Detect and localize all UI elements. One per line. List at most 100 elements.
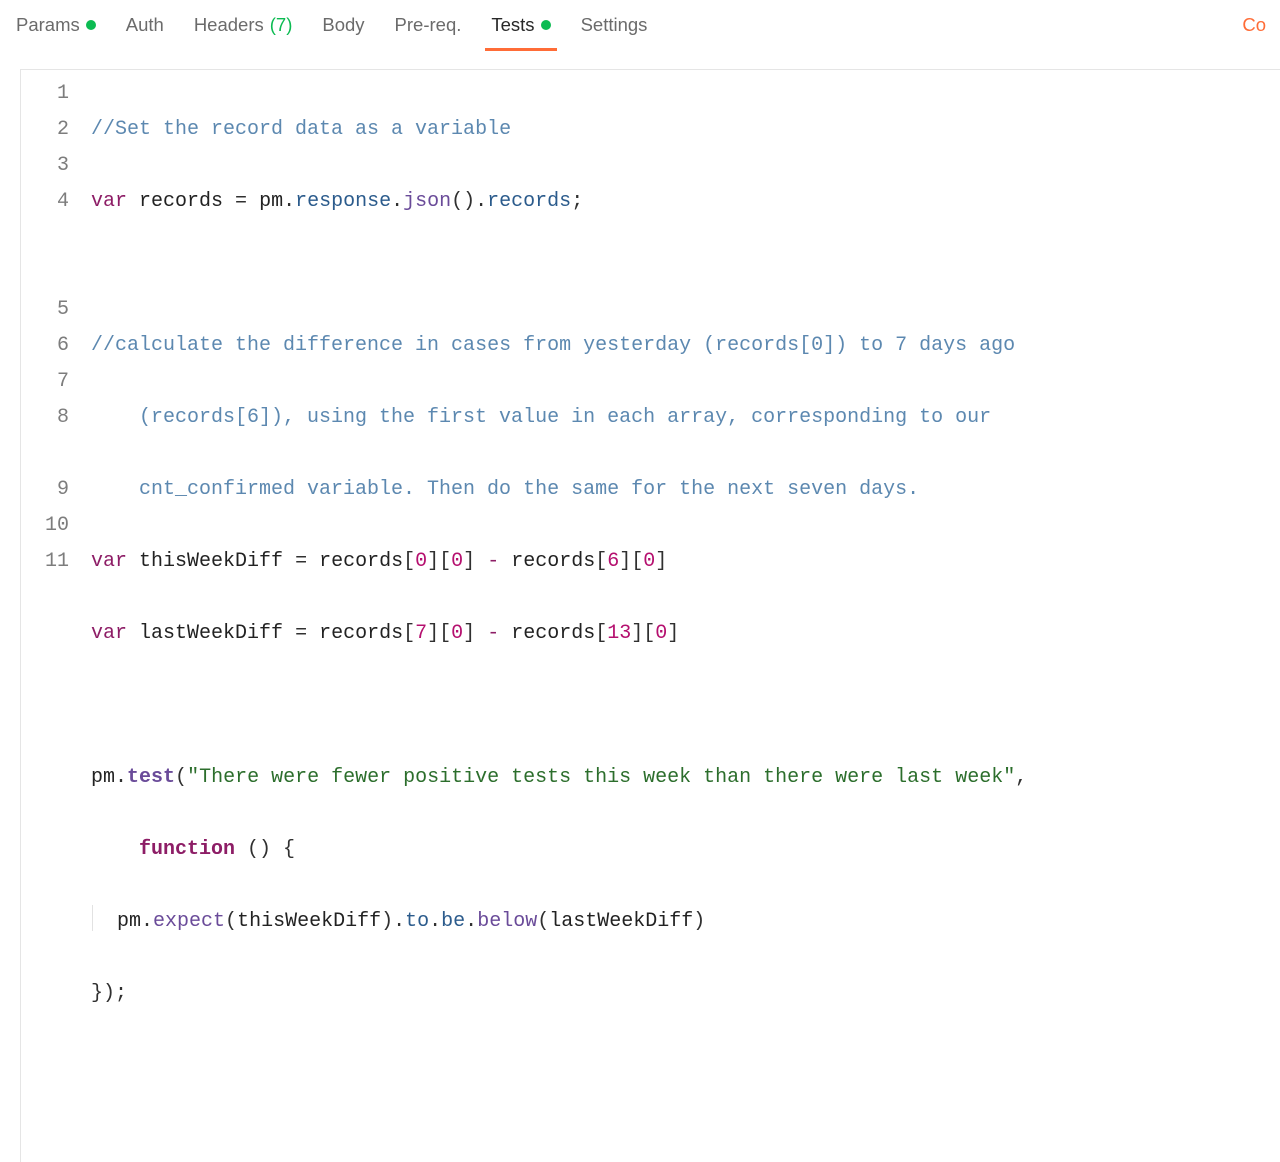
line-number: 2 [21,112,77,148]
token-num: 0 [643,550,655,573]
line-number: 4 [21,184,77,220]
token-ident: pm [117,910,141,933]
tab-label: Body [322,14,364,36]
tab-label: Settings [581,14,648,36]
cookies-link[interactable]: Co [1242,8,1266,50]
token-punc: () [235,838,283,861]
code-line: //Set the record data as a variable [91,112,1039,148]
token-punc: ( [175,766,187,789]
tab-label: Tests [491,14,534,36]
line-number [21,256,77,292]
token-ident: records [139,190,223,213]
token-prop: be [441,910,465,933]
token-punc: [ [439,622,451,645]
code-line [91,1048,1039,1084]
tab-settings[interactable]: Settings [579,8,650,50]
token-punc: ] [427,550,439,573]
code-line [91,688,1039,724]
token-func: below [477,910,537,933]
token-op: - [475,550,511,573]
code-content[interactable]: //Set the record data as a variable var … [87,70,1043,1162]
token-ident: pm [91,766,115,789]
line-number: 1 [21,76,77,112]
token-ident: records [511,622,595,645]
line-number: 7 [21,364,77,400]
tab-params[interactable]: Params [14,8,98,50]
token-punc: ] [655,550,667,573]
token-punc: . [465,910,477,933]
tab-body[interactable]: Body [320,8,366,50]
status-dot-icon [86,20,96,30]
token-punc: ] [631,622,643,645]
token-ident: lastWeekDiff [139,622,283,645]
request-tabs: Params Auth Headers (7) Body Pre-req. Te… [0,0,1280,51]
tab-label: Pre-req. [395,14,462,36]
token-punc: [ [439,550,451,573]
token-ident: thisWeekDiff [139,550,283,573]
token-punc: = [283,550,319,573]
token-comment: //calculate the difference in cases from… [91,334,1027,357]
token-punc: , [1015,766,1039,789]
line-number [21,436,77,472]
token-num: 7 [415,622,427,645]
code-line: function () { [91,832,1039,868]
tab-auth[interactable]: Auth [124,8,166,50]
token-punc: ] [667,622,679,645]
token-punc: [ [595,622,607,645]
token-num: 0 [655,622,667,645]
line-number: 9 [21,472,77,508]
token-prop: to [405,910,429,933]
token-punc: . [475,190,487,213]
tab-label: Auth [126,14,164,36]
token-punc: = [223,190,259,213]
code-editor[interactable]: 1 2 3 4 5 6 7 8 9 10 11 //Set the record… [20,69,1280,1162]
token-comment: (records[6]), using the first value in e… [139,406,1003,429]
token-punc: ( [537,910,549,933]
token-prop: records [487,190,571,213]
token-punc: . [393,910,405,933]
token-punc: ) [693,910,705,933]
token-punc: ; [571,190,583,213]
line-number: 8 [21,400,77,436]
token-punc: { [283,838,295,861]
token-punc: [ [403,622,415,645]
token-punc: ) [381,910,393,933]
token-num: 0 [451,550,463,573]
token-punc: [ [643,622,655,645]
tab-label: Params [16,14,80,36]
tab-prereq[interactable]: Pre-req. [393,8,464,50]
token-ident: records [511,550,595,573]
line-number [21,220,77,256]
token-punc: . [429,910,441,933]
code-line: var records = pm.response.json().records… [91,184,1039,220]
indent-guide-icon [92,905,93,931]
token-keyword: var [91,190,127,213]
tab-tests[interactable]: Tests [489,8,552,50]
line-number: 3 [21,148,77,184]
token-num: 0 [415,550,427,573]
line-number: 5 [21,292,77,328]
code-line: cnt_confirmed variable. Then do the same… [91,472,1039,508]
token-punc: [ [595,550,607,573]
line-number-gutter: 1 2 3 4 5 6 7 8 9 10 11 [21,70,87,1162]
token-punc: . [141,910,153,933]
tab-headers[interactable]: Headers (7) [192,8,295,50]
token-func: expect [153,910,225,933]
code-line: var lastWeekDiff = records[7][0] - recor… [91,616,1039,652]
line-number: 6 [21,328,77,364]
token-op: - [475,622,511,645]
code-line: //calculate the difference in cases from… [91,328,1039,364]
token-ident: records [319,550,403,573]
token-ident: lastWeekDiff [549,910,693,933]
token-func: json [403,190,451,213]
token-punc: ( [225,910,237,933]
token-func: test [127,766,175,789]
token-num: 6 [607,550,619,573]
token-ident: records [319,622,403,645]
token-num: 13 [607,622,631,645]
code-line [91,256,1039,292]
status-dot-icon [541,20,551,30]
token-ident: pm [259,190,283,213]
code-line: pm.test("There were fewer positive tests… [91,760,1039,796]
code-line: }); [91,976,1039,1012]
